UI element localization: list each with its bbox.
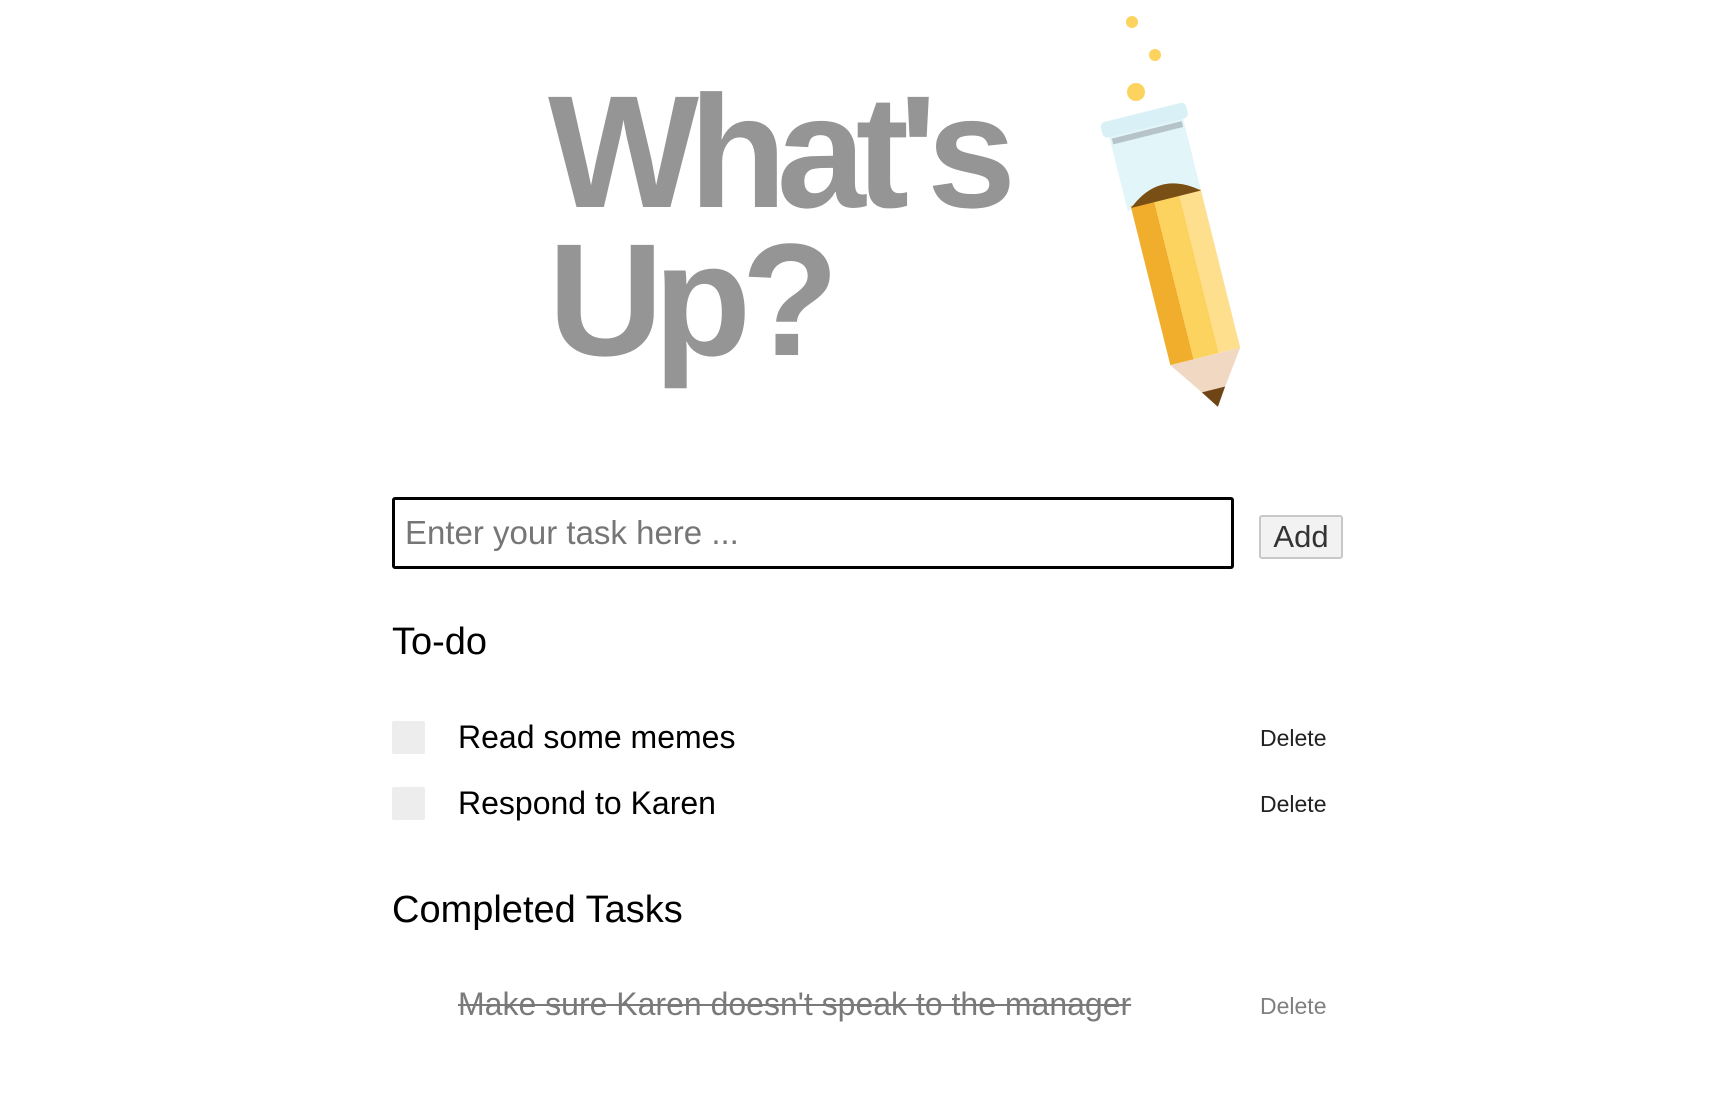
logo-title: What's Up? bbox=[548, 62, 1016, 389]
pencil-test-tube-icon bbox=[1100, 16, 1241, 407]
app-logo: What's Up? bbox=[548, 0, 1241, 420]
task-checkbox[interactable] bbox=[392, 721, 425, 754]
add-button[interactable]: Add bbox=[1259, 515, 1343, 559]
delete-button[interactable]: Delete bbox=[1260, 790, 1326, 818]
completed-list-item: Make sure Karen doesn't speak to the man… bbox=[392, 984, 1342, 1024]
task-label: Read some memes bbox=[458, 719, 736, 755]
add-task-form: Add bbox=[392, 497, 1343, 571]
completed-task-label: Make sure Karen doesn't speak to the man… bbox=[458, 986, 1132, 1022]
logo-title-line-1: What's bbox=[548, 62, 1016, 241]
todo-list-item: Respond to Karen Delete bbox=[392, 783, 1342, 823]
delete-button[interactable]: Delete bbox=[1260, 724, 1326, 752]
delete-button[interactable]: Delete bbox=[1260, 992, 1326, 1020]
logo-title-line-2: Up? bbox=[548, 210, 839, 389]
task-checkbox[interactable] bbox=[392, 787, 425, 820]
task-input[interactable] bbox=[392, 497, 1234, 569]
todo-list-item: Read some memes Delete bbox=[392, 717, 1342, 757]
todo-heading: To-do bbox=[392, 621, 488, 663]
completed-heading: Completed Tasks bbox=[392, 889, 683, 931]
task-label: Respond to Karen bbox=[458, 785, 716, 821]
